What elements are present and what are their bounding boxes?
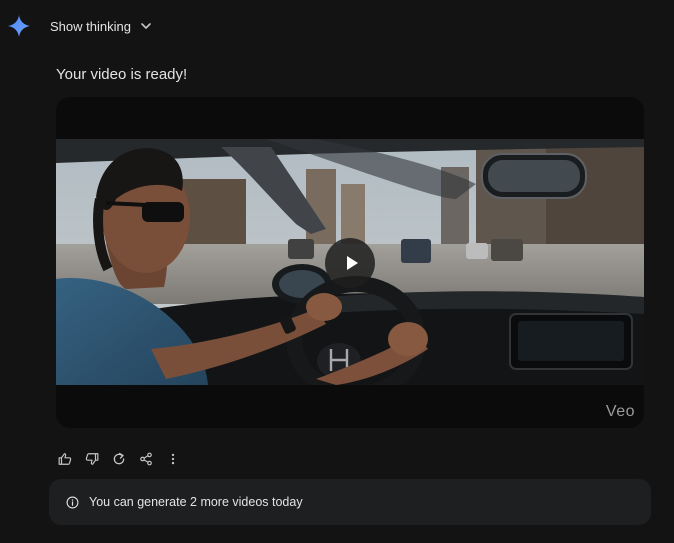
response-message: Your video is ready! — [56, 66, 188, 83]
play-button[interactable] — [325, 238, 375, 288]
play-icon — [346, 256, 358, 270]
video-player[interactable]: Veo — [56, 97, 644, 428]
chat-response: Show thinking Your video is ready! Veo Y… — [0, 0, 674, 543]
show-thinking-label: Show thinking — [50, 18, 131, 34]
response-actions — [54, 449, 183, 469]
veo-watermark: Veo — [605, 403, 635, 420]
show-thinking-toggle[interactable]: Show thinking — [40, 13, 162, 39]
refresh-icon — [113, 452, 124, 465]
regenerate-button[interactable] — [108, 449, 129, 469]
thumbs-down-button[interactable] — [81, 449, 102, 469]
thumbs-up-icon — [58, 453, 71, 465]
thumbs-up-button[interactable] — [54, 449, 75, 469]
share-button[interactable] — [135, 449, 156, 469]
more-options-button[interactable] — [162, 449, 183, 469]
info-icon — [66, 496, 79, 508]
more-vertical-icon — [171, 453, 174, 465]
generation-limit-text: You can generate 2 more videos today — [89, 495, 303, 509]
share-icon — [139, 452, 152, 466]
gemini-sparkle-icon — [8, 15, 30, 37]
generation-limit-banner: You can generate 2 more videos today — [49, 479, 651, 525]
chevron-down-icon — [141, 23, 151, 29]
thumbs-down-icon — [85, 453, 98, 465]
